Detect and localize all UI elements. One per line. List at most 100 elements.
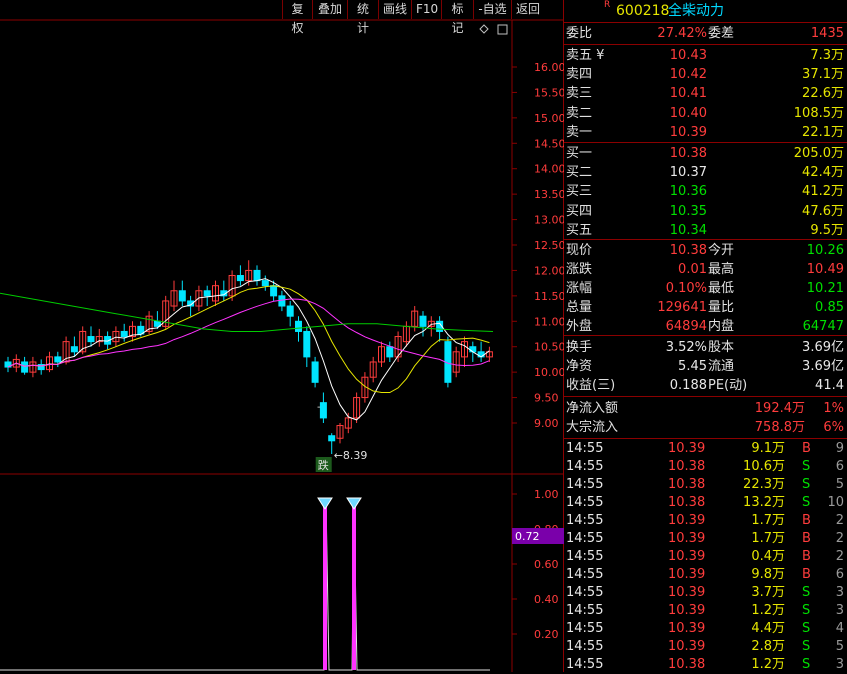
time: 14:55 — [566, 549, 604, 564]
dash-mark: - — [317, 402, 321, 413]
tick-row: 14:55 10.39 9.1万 B 9 — [564, 440, 847, 458]
ask-level[interactable]: 卖三 10.41 22.6万 — [564, 84, 847, 103]
volume: 41.2万 — [802, 184, 844, 200]
candle-body — [21, 361, 29, 373]
price: 10.43 — [669, 48, 707, 63]
price-axis-label: 9.00 — [534, 417, 559, 430]
flow-row: 大宗流入 758.8万 6% — [564, 418, 847, 437]
side: S — [802, 495, 811, 510]
bid-level[interactable]: 买四 10.35 47.6万 — [564, 202, 847, 221]
tick-row: 14:55 10.38 10.6万 S 6 — [564, 458, 847, 476]
tick-row: 14:55 10.39 4.4万 S 4 — [564, 620, 847, 638]
volume: 13.2万 — [743, 495, 785, 510]
volume: 22.1万 — [802, 124, 844, 140]
ask-level[interactable]: 卖四 10.42 37.1万 — [564, 65, 847, 84]
time: 14:55 — [566, 603, 604, 618]
stock-header: R 600218 全柴动力 — [564, 0, 847, 22]
volume: 3.7万 — [751, 585, 785, 600]
candle-body — [70, 346, 78, 353]
tick-row: 14:55 10.39 3.7万 S 3 — [564, 584, 847, 602]
side: S — [802, 459, 811, 474]
bid-level[interactable]: 买三 10.36 41.2万 — [564, 182, 847, 201]
side: S — [802, 639, 811, 654]
time: 14:55 — [566, 441, 604, 456]
label: 买三 — [566, 184, 593, 200]
price-axis-label: 10.00 — [534, 366, 564, 379]
label: 收益(三) — [566, 378, 616, 393]
value: 129641 — [657, 300, 707, 315]
bid-level[interactable]: 买一 10.38 205.0万 — [564, 144, 847, 163]
kline-chart[interactable]: 16.00 15.50 15.00 14.50 14.00 13.50 13.00 12.50… — [0, 0, 564, 672]
price-axis-label: 12.50 — [534, 239, 564, 252]
value: 3.52% — [665, 340, 707, 355]
count: 4 — [835, 621, 844, 636]
side: S — [802, 657, 811, 672]
label: 卖二 — [566, 105, 593, 121]
label: 涨跌 — [566, 262, 593, 277]
quote-row: 涨跌 0.01 最高 10.49 — [564, 260, 847, 279]
candle-body — [311, 361, 319, 383]
volume: 10.6万 — [743, 459, 785, 474]
signal-bar — [323, 505, 327, 670]
diamond-icon — [479, 24, 489, 34]
candle-body — [469, 346, 477, 353]
price: 10.39 — [668, 603, 706, 618]
label: 委差 — [708, 26, 735, 41]
price: 10.39 — [669, 124, 707, 140]
label: 净资 — [566, 359, 593, 374]
time: 14:55 — [566, 567, 604, 582]
bid-level[interactable]: 买五 10.34 9.5万 — [564, 221, 847, 240]
quote-row: 现价 10.38 今开 10.26 — [564, 241, 847, 260]
indicator-axis-label: 0.20 — [534, 628, 559, 641]
price: 10.39 — [668, 513, 706, 528]
value: 3.69亿 — [802, 340, 844, 355]
ask-level[interactable]: 卖二 10.40 108.5万 — [564, 104, 847, 123]
price: 10.38 — [669, 146, 707, 161]
stock-code[interactable]: 600218 — [616, 0, 669, 22]
value: 3.69亿 — [802, 359, 844, 374]
label: 总量 — [566, 300, 593, 315]
value: 0.85 — [815, 300, 844, 315]
time: 14:55 — [566, 621, 604, 636]
price-axis-label: 15.50 — [534, 86, 564, 99]
price-axis-label: 9.50 — [534, 392, 559, 405]
volume: 9.1万 — [751, 441, 785, 456]
ma10-line — [7, 285, 490, 393]
label: 卖一 — [566, 124, 593, 140]
label: 净流入额 — [566, 401, 619, 416]
tick-row: 14:55 10.38 13.2万 S 10 — [564, 494, 847, 512]
candle-body — [203, 290, 211, 297]
time: 14:55 — [566, 477, 604, 492]
price-axis-label: 13.50 — [534, 188, 564, 201]
ask-level[interactable]: 卖一 10.39 22.1万 — [564, 123, 847, 142]
candle-body — [54, 356, 62, 363]
indicator-value: 0.72 — [515, 530, 540, 543]
ma60-line — [0, 292, 494, 332]
value: 10.38 — [669, 243, 707, 258]
time: 14:55 — [566, 459, 604, 474]
label: 现价 — [566, 243, 593, 258]
count: 6 — [835, 459, 844, 474]
count: 2 — [835, 549, 844, 564]
tick-row: 14:55 10.39 0.4万 B 2 — [564, 548, 847, 566]
ask-level[interactable]: 卖五 ¥ 10.43 7.3万 — [564, 46, 847, 65]
count: 2 — [835, 531, 844, 546]
count: 3 — [835, 603, 844, 618]
fundamental-row: 净资 5.45 流通 3.69亿 — [564, 357, 847, 376]
value: 64894 — [665, 319, 707, 334]
candle-body — [319, 402, 327, 419]
stock-name[interactable]: 全柴动力 — [668, 0, 724, 22]
label: 委比 — [566, 26, 593, 41]
diamond-signal-icon — [346, 497, 362, 510]
price: 10.38 — [668, 495, 706, 510]
candle-body — [236, 275, 244, 282]
bid-level[interactable]: 买二 10.37 42.4万 — [564, 163, 847, 182]
count: 2 — [835, 513, 844, 528]
candle-body — [120, 330, 128, 338]
signal-badge-text: 跌 — [318, 458, 329, 472]
expand-icon — [497, 24, 508, 35]
label: 换手 — [566, 340, 593, 355]
time: 14:55 — [566, 585, 604, 600]
rights-badge: R — [604, 0, 611, 10]
candle-body — [286, 305, 294, 317]
